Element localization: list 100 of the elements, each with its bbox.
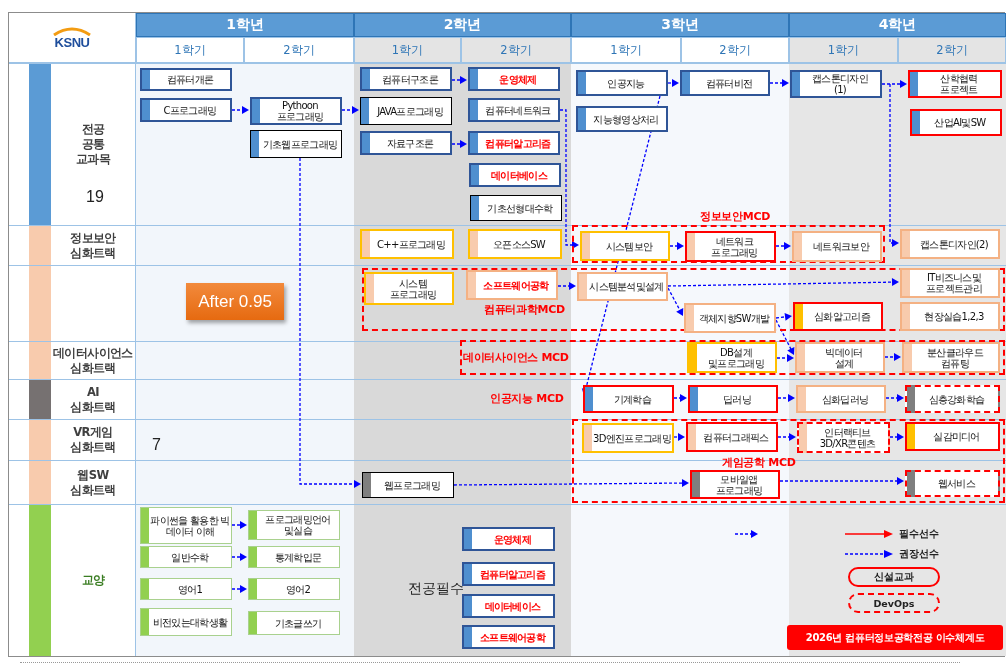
course-card: 컴퓨터알고리즘 bbox=[462, 562, 555, 586]
mcd-label: 인공지능 MCD bbox=[490, 391, 564, 406]
course-card: 소프트웨어공학 bbox=[466, 270, 558, 300]
course-card: 분산클라우드 컴퓨팅 bbox=[902, 342, 1000, 373]
legend-arrow bbox=[845, 529, 893, 539]
legend-arrow bbox=[845, 549, 893, 559]
dashed-arrow bbox=[669, 242, 684, 250]
semester-header: 2학기 bbox=[244, 37, 354, 63]
course-card: 컴퓨터개론 bbox=[140, 68, 232, 91]
course-card: 심화딥러닝 bbox=[796, 385, 886, 413]
course-card: 인공지능 bbox=[576, 70, 668, 96]
course-card: 기계학습 bbox=[583, 385, 674, 413]
mcd-label: 게임공학 MCD bbox=[722, 455, 796, 470]
dashed-arrow bbox=[231, 521, 247, 529]
required-list-title: 전공필수 bbox=[408, 580, 464, 598]
course-card: 인터랙티브 3D/XR콘텐츠 bbox=[797, 422, 890, 453]
mcd-label: 컴퓨터과학MCD bbox=[484, 302, 565, 317]
course-card: 심화알고리즘 bbox=[793, 302, 883, 331]
course-card: DB설계 및프로그래밍 bbox=[687, 342, 777, 373]
course-card: 지능형영상처리 bbox=[576, 106, 668, 132]
course-card: 딥러닝 bbox=[688, 385, 778, 413]
course-card: 데이터베이스 bbox=[469, 163, 561, 187]
course-card: 프로그래밍언어 및실습 bbox=[248, 510, 340, 540]
course-card: 네트워크보안 bbox=[792, 231, 882, 262]
semester-header: 1학기 bbox=[571, 37, 681, 63]
semester-header: 2학기 bbox=[681, 37, 789, 63]
course-card: C프로그래밍 bbox=[140, 98, 232, 122]
course-card: 기초웹프로그래밍 bbox=[250, 130, 342, 158]
course-card: 기초선형대수학 bbox=[470, 195, 562, 221]
logo: KSNU bbox=[54, 35, 90, 49]
dashed-arrow bbox=[341, 106, 359, 114]
dashed-arrow bbox=[777, 433, 796, 441]
course-card: 영어1 bbox=[140, 578, 232, 600]
track-label: 정보보안 심화트랙 bbox=[69, 230, 117, 261]
dashed-arrow bbox=[557, 282, 576, 290]
year-header: 2학년 bbox=[354, 13, 571, 37]
dashed-arrow bbox=[231, 585, 247, 593]
version-badge: After 0.95 bbox=[186, 283, 284, 320]
dashed-arrow bbox=[673, 394, 687, 402]
dashed-arrow bbox=[734, 530, 758, 538]
course-card: JAVA프로그래밍 bbox=[360, 97, 452, 125]
semester-header: 2학기 bbox=[898, 37, 1006, 63]
course-card: 컴퓨터알고리즘 bbox=[468, 131, 560, 155]
course-card: 소프트웨어공학 bbox=[462, 625, 555, 649]
course-card: 기초글쓰기 bbox=[248, 611, 340, 635]
track-label: AI 심화트랙 bbox=[69, 384, 117, 415]
course-card: 통계학입문 bbox=[248, 546, 340, 568]
course-card: 시스템분석및설계 bbox=[577, 272, 668, 301]
course-card: 모바일앱 프로그래밍 bbox=[690, 470, 780, 499]
course-card: 오픈소스SW bbox=[468, 229, 562, 259]
semester-header: 2학기 bbox=[461, 37, 571, 63]
dashed-arrow bbox=[884, 353, 901, 361]
course-card: 컴퓨터구조론 bbox=[360, 67, 452, 91]
year-header: 3학년 bbox=[571, 13, 789, 37]
course-card: 컴퓨터비전 bbox=[680, 70, 770, 96]
course-card: 웹프로그래밍 bbox=[362, 472, 454, 498]
course-card: 데이터베이스 bbox=[462, 594, 555, 618]
course-card: 영어2 bbox=[248, 578, 340, 600]
course-card: 심층강화학습 bbox=[905, 385, 1000, 413]
course-card: 일반수학 bbox=[140, 546, 232, 568]
legend-chip: 신설교과 bbox=[848, 567, 940, 587]
legend-label: 권장선수 bbox=[899, 547, 939, 561]
dashed-arrow bbox=[889, 433, 904, 441]
course-card: 실감미디어 bbox=[905, 422, 1000, 451]
dashed-arrow bbox=[885, 394, 904, 402]
course-card: 산업AI및SW bbox=[910, 109, 1002, 136]
course-card: 네트워크 프로그래밍 bbox=[685, 231, 776, 262]
track-label: 데이터사이언스 심화트랙 bbox=[52, 345, 134, 376]
track-label: 웹SW 심화트랙 bbox=[69, 467, 117, 498]
course-card: 현장실습1,2,3 bbox=[900, 302, 1000, 331]
course-card: 비전있는대학생활 bbox=[140, 608, 232, 636]
course-card: 3D엔진프로그래밍 bbox=[582, 423, 674, 453]
course-card: 시스템보안 bbox=[580, 231, 670, 261]
course-card: IT비즈니스및 프로젝트관리 bbox=[900, 268, 1000, 298]
dashed-arrow bbox=[769, 79, 789, 87]
dashed-arrow bbox=[451, 76, 467, 84]
course-card: C++프로그래밍 bbox=[360, 229, 454, 259]
dashed-arrow bbox=[777, 394, 795, 402]
course-card: 객체지향SW개발 bbox=[684, 303, 776, 333]
course-card: 캡스톤디자인 (1) bbox=[790, 70, 882, 98]
course-count: 19 bbox=[86, 188, 104, 206]
dashed-arrow bbox=[451, 140, 467, 148]
course-card: 운영체제 bbox=[462, 527, 555, 551]
course-count: 7 bbox=[152, 436, 161, 454]
course-card: 파이썬을 활용한 빅데이터 이해 bbox=[140, 507, 232, 544]
course-card: 자료구조론 bbox=[360, 131, 452, 155]
course-card: Pythoon 프로그래밍 bbox=[250, 97, 342, 125]
semester-header: 1학기 bbox=[789, 37, 898, 63]
dashed-arrow bbox=[673, 433, 685, 441]
title-banner: 2026년 컴퓨터정보공학전공 이수체계도 bbox=[787, 625, 1003, 650]
course-card: 운영체제 bbox=[468, 67, 560, 91]
legend-label: 필수선수 bbox=[899, 527, 939, 541]
semester-header: 1학기 bbox=[136, 37, 244, 63]
course-card: 빅데이터 설계 bbox=[795, 342, 885, 373]
year-header: 4학년 bbox=[789, 13, 1006, 37]
course-card: 캡스톤디자인(2) bbox=[900, 229, 1000, 259]
mcd-label: 정보보안MCD bbox=[700, 209, 771, 224]
dashed-arrow bbox=[775, 242, 791, 250]
dashed-arrow bbox=[231, 553, 247, 561]
year-header: 1학년 bbox=[136, 13, 354, 37]
